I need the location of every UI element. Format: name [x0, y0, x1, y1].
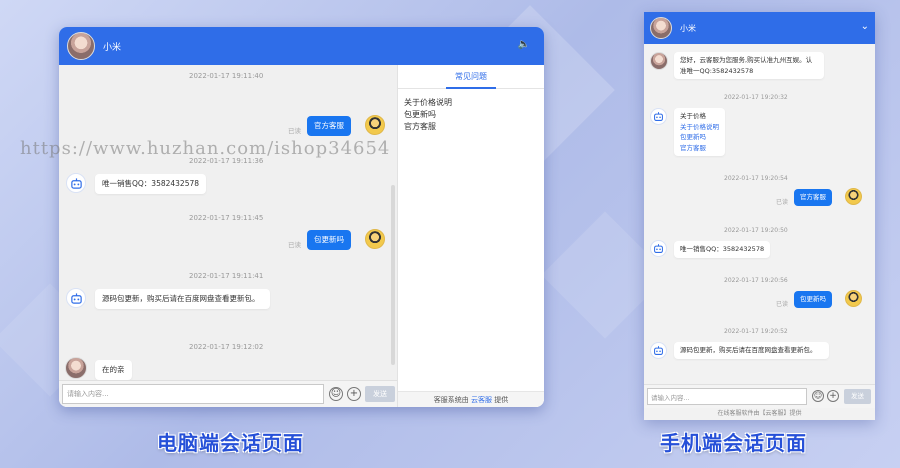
watermark-text: https://www.huzhan.com/ishop34654: [20, 138, 391, 159]
bot-avatar: [66, 173, 86, 193]
user-avatar: [365, 229, 385, 249]
message-bubble-in: 在的亲: [95, 360, 132, 380]
bot-avatar: [650, 240, 667, 257]
robot-icon: [70, 177, 82, 189]
contact-name: 小米: [103, 42, 122, 53]
message-bubble-out: 包更新吗: [794, 291, 832, 308]
desktop-input-bar: 请输入内容... ☺ + 发送: [59, 380, 397, 407]
speaker-icon[interactable]: 🔈: [518, 39, 530, 50]
footer-brand-link[interactable]: 云客服: [471, 396, 492, 404]
user-avatar: [845, 188, 862, 205]
faq-link[interactable]: 官方客服: [680, 143, 719, 154]
faq-item[interactable]: 关于价格说明: [404, 97, 538, 109]
add-icon[interactable]: +: [827, 390, 839, 402]
message-input[interactable]: 请输入内容...: [62, 384, 324, 404]
bot-avatar: [650, 342, 667, 359]
read-status: 已读: [776, 199, 789, 206]
mobile-chat-header: 小米 ⌄: [644, 12, 875, 44]
emoji-icon[interactable]: ☺: [329, 387, 343, 401]
bot-avatar: [650, 108, 667, 125]
desktop-chat-header: 小米 🔈: [59, 27, 544, 65]
message-bubble-out: 官方客服: [307, 116, 351, 136]
message-time: 2022-01-17 19:20:50: [724, 227, 788, 234]
message-time: 2022-01-17 19:12:02: [189, 343, 264, 351]
faq-item[interactable]: 包更新吗: [404, 109, 538, 121]
contact-avatar: [650, 52, 668, 70]
send-button[interactable]: 发送: [844, 389, 871, 404]
robot-icon: [654, 346, 663, 355]
mobile-powered-by-footer: 在线客服软件由【云客服】提供: [717, 410, 802, 417]
desktop-message-list[interactable]: 2022-01-17 19:11:40 已读 官方客服 2022-01-17 1…: [59, 65, 397, 380]
user-avatar: [845, 290, 862, 307]
faq-item[interactable]: 官方客服: [404, 121, 538, 133]
user-avatar: [365, 115, 385, 135]
message-bubble-in: 唯一销售QQ：3582432578: [674, 241, 771, 258]
faq-bubble: 关于价格 关于价格说明 包更新吗 官方客服: [674, 108, 725, 156]
contact-avatar: [650, 17, 672, 39]
footer-suffix: 提供: [494, 396, 509, 404]
message-bubble-in: 您好，云客服为您服务,购买认准九州互娱。认准唯一QQ:3582432578: [674, 52, 824, 79]
message-input[interactable]: 请输入内容...: [647, 388, 807, 405]
emoji-icon[interactable]: ☺: [812, 390, 824, 402]
message-time: 2022-01-17 19:20:32: [724, 94, 788, 101]
message-time: 2022-01-17 19:20:56: [724, 277, 788, 284]
read-status: 已读: [288, 241, 301, 249]
robot-icon: [70, 292, 82, 304]
message-time: 2022-01-17 19:11:45: [189, 214, 264, 222]
message-bubble-in: 唯一销售QQ：3582432578: [95, 174, 207, 194]
desktop-chat-window: 小米 🔈 2022-01-17 19:11:40 已读 官方客服 2022-01…: [59, 27, 544, 407]
message-bubble-out: 包更新吗: [307, 230, 351, 250]
contact-avatar: [67, 32, 95, 60]
contact-name: 小米: [680, 23, 696, 33]
desktop-caption: 电脑端会话页面: [157, 431, 304, 455]
faq-link[interactable]: 关于价格说明: [680, 122, 719, 133]
powered-by-footer: 客服系统由 云客服 提供: [398, 391, 544, 407]
add-icon[interactable]: +: [347, 387, 361, 401]
faq-bubble-title: 关于价格: [680, 112, 706, 120]
message-bubble-out: 官方客服: [794, 189, 832, 206]
faq-list: 关于价格说明 包更新吗 官方客服: [398, 89, 544, 141]
faq-link[interactable]: 包更新吗: [680, 132, 719, 143]
message-time: 2022-01-17 19:11:40: [189, 72, 264, 80]
message-time: 2022-01-17 19:20:52: [724, 328, 788, 335]
faq-panel: 常见问题 关于价格说明 包更新吗 官方客服 客服系统由 云客服 提供: [397, 65, 544, 407]
contact-avatar: [65, 357, 87, 379]
tab-faq[interactable]: 常见问题: [398, 65, 544, 89]
message-time: 2022-01-17 19:11:41: [189, 272, 264, 280]
mobile-caption: 手机端会话页面: [660, 431, 807, 455]
chat-scrollbar[interactable]: [391, 185, 395, 365]
message-bubble-in: 源码包更新，购买后请在百度网盘查看更新包。: [674, 342, 829, 359]
send-button[interactable]: 发送: [365, 386, 395, 402]
message-bubble-in: 源码包更新，购买后请在百度网盘查看更新包。: [95, 289, 270, 309]
message-time: 2022-01-17 19:20:54: [724, 175, 788, 182]
mobile-chat-window: 小米 ⌄ 您好，云客服为您服务,购买认准九州互娱。认准唯一QQ:35824325…: [644, 12, 875, 420]
bot-avatar: [66, 288, 86, 308]
read-status: 已读: [288, 127, 301, 135]
robot-icon: [654, 244, 663, 253]
chevron-down-icon[interactable]: ⌄: [861, 21, 869, 32]
read-status: 已读: [776, 301, 789, 308]
footer-prefix: 客服系统由: [433, 396, 469, 404]
mobile-input-bar: 请输入内容... ☺ + 发送: [644, 384, 875, 408]
robot-icon: [654, 112, 663, 121]
